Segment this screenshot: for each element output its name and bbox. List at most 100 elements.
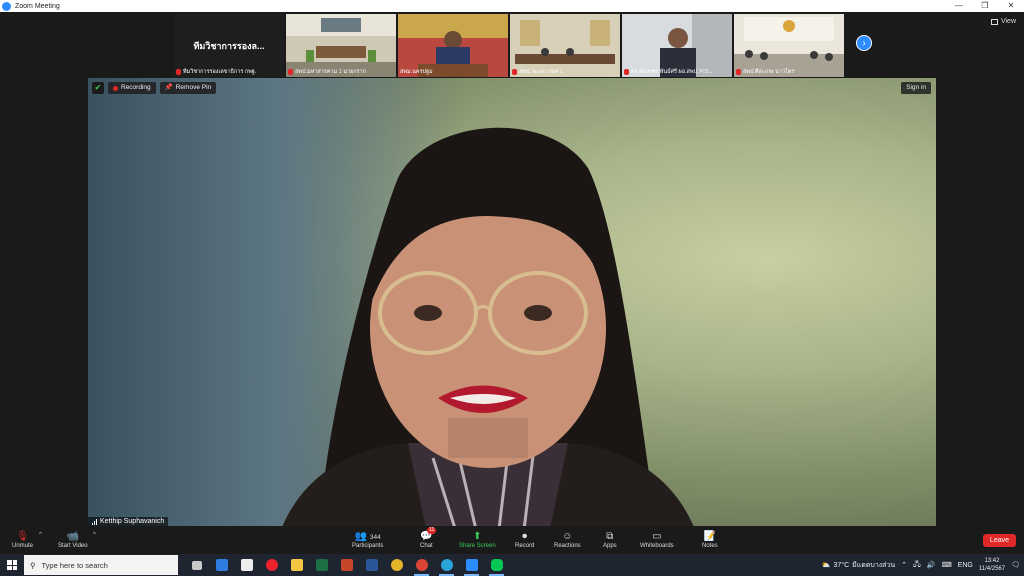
zoom-app-icon bbox=[2, 1, 11, 11]
reactions-icon: ☺ bbox=[562, 531, 573, 542]
word-icon[interactable] bbox=[359, 554, 384, 576]
tray-overflow-chevron-icon[interactable]: ⌃ bbox=[901, 561, 907, 569]
gallery-tile[interactable]: สพป.มหาสารคาม 1 นายกราก bbox=[286, 14, 396, 77]
chat-button[interactable]: 💬 11 Chat bbox=[420, 527, 437, 549]
clock-date: 11/4/2567 bbox=[978, 566, 1006, 572]
powerpoint-icon[interactable] bbox=[334, 554, 359, 576]
mail-icon[interactable] bbox=[209, 554, 234, 576]
recording-label: Recording bbox=[121, 84, 151, 91]
gallery-tile[interactable]: สพป.ศีสะเกษ นาวไตร bbox=[734, 14, 844, 77]
windows-logo-icon bbox=[7, 560, 17, 570]
video-options-chevron-icon[interactable]: ^ bbox=[93, 532, 96, 538]
gallery-strip: ทีมวิชาการรองล... ทีมวิชาการรองเลขาธิการ… bbox=[174, 14, 844, 77]
unmute-button[interactable]: 🎙 Unmute bbox=[12, 530, 33, 549]
record-label: Record bbox=[515, 543, 535, 549]
tile-name-label: ทีมวิชาการรองเลขาธิการ กพฐ. bbox=[176, 68, 282, 76]
network-icon[interactable]: 🖧 bbox=[913, 560, 921, 571]
clock-time: 13:42 bbox=[984, 558, 1000, 564]
tile-name-text: สพป.ศีสะเกษ นาวไตร bbox=[743, 69, 795, 75]
taskbar-search-box[interactable]: ⚲ Type here to search bbox=[24, 555, 178, 575]
language-indicator[interactable]: ENG bbox=[958, 562, 973, 569]
record-dot-icon bbox=[113, 85, 118, 91]
security-shield-icon[interactable]: ✔ bbox=[92, 82, 104, 94]
window-controls: — ❐ ✕ bbox=[946, 0, 1024, 12]
mic-muted-icon bbox=[512, 69, 517, 75]
record-button[interactable]: ⏺ Record bbox=[515, 530, 534, 549]
minimize-icon[interactable]: — bbox=[946, 0, 972, 12]
taskbar-clock[interactable]: 13:42 11/4/2567 bbox=[979, 557, 1005, 573]
leave-button[interactable]: Leave bbox=[982, 534, 1016, 547]
weather-desc: มีแดดบางส่วน bbox=[852, 561, 896, 569]
tile-name-text: ทีมวิชาการรองเลขาธิการ กพฐ. bbox=[183, 69, 257, 75]
notifications-icon[interactable]: 🗨 bbox=[1011, 561, 1020, 569]
tile-name-text: สพป. พะเยา เขต 1 bbox=[519, 69, 563, 75]
start-button[interactable] bbox=[0, 554, 24, 576]
file-explorer-icon[interactable] bbox=[284, 554, 309, 576]
record-icon: ⏺ bbox=[522, 531, 528, 542]
search-icon: ⚲ bbox=[30, 560, 36, 570]
chrome-active-icon[interactable] bbox=[409, 554, 434, 576]
tile-name-label: สพป. พะเยา เขต 1 bbox=[512, 68, 618, 76]
video-off-icon: 📹 bbox=[66, 531, 80, 542]
tile-name-text: ดร.สมเพชร พันธ์ศรี ผอ.สพป. P.S... bbox=[631, 69, 713, 75]
tile-name-label: สพม.นครปฐม bbox=[400, 68, 506, 76]
reactions-label: Reactions bbox=[554, 543, 581, 549]
speaker-video-frame bbox=[282, 127, 694, 526]
pinned-speaker-video[interactable]: ✔ Recording 📌 Remove Pin Sign in Ketthip… bbox=[88, 78, 936, 526]
gallery-next-icon[interactable]: › bbox=[856, 35, 872, 51]
weather-widget[interactable]: ⛅ 37°C มีแดดบางส่วน bbox=[822, 560, 895, 571]
zoom-taskbar-icon[interactable] bbox=[459, 554, 484, 576]
restore-icon[interactable]: ❐ bbox=[972, 0, 998, 12]
audio-options-chevron-icon[interactable]: ^ bbox=[39, 532, 42, 538]
grid-icon bbox=[990, 18, 998, 25]
gallery-tile[interactable]: สพป. พะเยา เขต 1 bbox=[510, 14, 620, 77]
excel-icon[interactable] bbox=[309, 554, 334, 576]
chat-label: Chat bbox=[420, 543, 433, 549]
video-overlay-controls: ✔ Recording 📌 Remove Pin bbox=[92, 82, 217, 94]
meeting-stage: ทีมวิชาการรองล... ทีมวิชาการรองเลขาธิการ… bbox=[0, 12, 1024, 528]
file-icon[interactable] bbox=[234, 554, 259, 576]
whiteboard-icon: ▭ bbox=[652, 531, 662, 542]
participants-button[interactable]: 👥 344 Participants bbox=[352, 530, 383, 549]
mic-muted-icon bbox=[624, 69, 629, 75]
task-view-icon[interactable] bbox=[184, 554, 209, 576]
edge-icon[interactable] bbox=[434, 554, 459, 576]
weather-icon: ⛅ bbox=[821, 562, 831, 569]
share-screen-icon: ⬆ bbox=[473, 531, 482, 542]
mic-muted-icon: 🎙 bbox=[16, 531, 29, 542]
signal-strength-icon bbox=[92, 518, 97, 525]
gallery-tile[interactable]: ดร.สมเพชร พันธ์ศรี ผอ.สพป. P.S... bbox=[622, 14, 732, 77]
notes-button[interactable]: 📝 Notes bbox=[702, 530, 718, 549]
window-titlebar: Zoom Meeting — ❐ ✕ bbox=[0, 0, 1024, 12]
tile-big-name: ทีมวิชาการรองล... bbox=[193, 40, 265, 51]
remove-pin-button[interactable]: 📌 Remove Pin bbox=[159, 82, 217, 94]
chrome-icon[interactable] bbox=[384, 554, 409, 576]
apps-button[interactable]: ⧉ Apps bbox=[603, 530, 617, 549]
notes-label: Notes bbox=[702, 543, 718, 549]
opera-icon[interactable] bbox=[259, 554, 284, 576]
view-label: View bbox=[1000, 18, 1016, 25]
share-screen-button[interactable]: ⬆ Share Screen bbox=[459, 530, 496, 549]
speaker-name-label: Ketthip Suphavanich bbox=[88, 517, 169, 526]
whiteboards-button[interactable]: ▭ Whiteboards bbox=[640, 530, 674, 549]
tile-name-text: สพป.มหาสารคาม 1 นายกราก bbox=[295, 69, 367, 75]
window-title: Zoom Meeting bbox=[15, 2, 60, 10]
volume-icon[interactable]: 🔊 bbox=[927, 561, 936, 569]
close-icon[interactable]: ✕ bbox=[998, 0, 1024, 12]
taskbar-apps bbox=[184, 554, 509, 576]
recording-indicator[interactable]: Recording bbox=[108, 82, 156, 94]
start-video-button[interactable]: 📹 Start Video bbox=[58, 530, 88, 549]
reactions-button[interactable]: ☺ Reactions bbox=[554, 530, 581, 549]
sign-in-button[interactable]: Sign in bbox=[901, 82, 931, 94]
chat-badge: 11 bbox=[427, 527, 437, 534]
unmute-label: Unmute bbox=[12, 543, 34, 549]
windows-taskbar: ⚲ Type here to search ⛅ 37°C มีแดดบางส่ว… bbox=[0, 554, 1024, 576]
view-button[interactable]: View bbox=[990, 18, 1016, 25]
keyboard-icon[interactable]: ⌨ bbox=[942, 561, 952, 569]
gallery-tile[interactable]: ทีมวิชาการรองล... ทีมวิชาการรองเลขาธิการ… bbox=[174, 14, 284, 77]
gallery-tile[interactable]: สพม.นครปฐม bbox=[398, 14, 508, 77]
mic-muted-icon bbox=[288, 69, 293, 75]
line-icon[interactable] bbox=[484, 554, 509, 576]
start-video-label: Start Video bbox=[58, 543, 88, 549]
tile-name-label: ดร.สมเพชร พันธ์ศรี ผอ.สพป. P.S... bbox=[624, 68, 730, 76]
